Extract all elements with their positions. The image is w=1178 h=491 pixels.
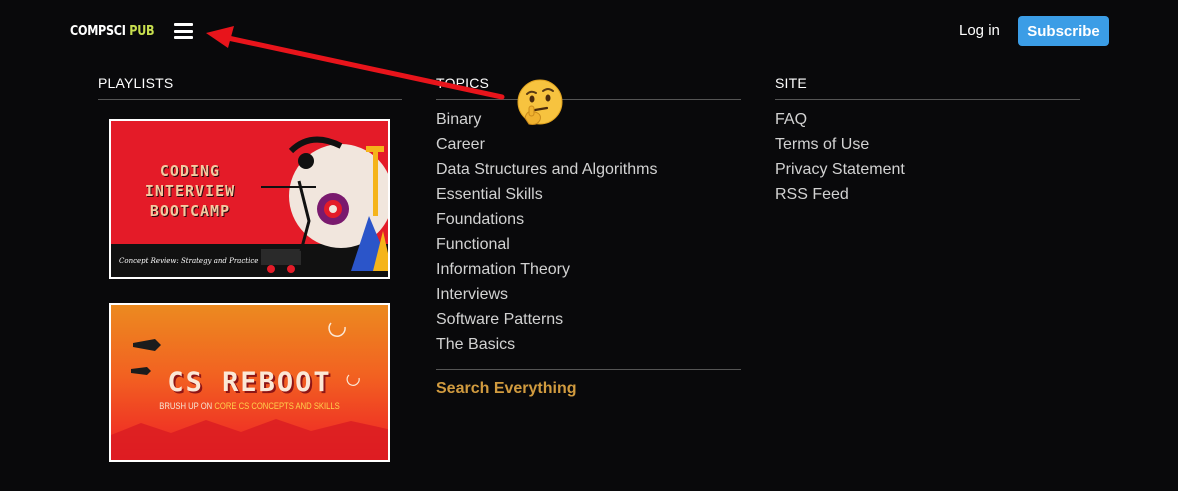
annotation-arrow-icon [206,26,505,100]
thinking-face-emoji-icon [517,79,563,125]
